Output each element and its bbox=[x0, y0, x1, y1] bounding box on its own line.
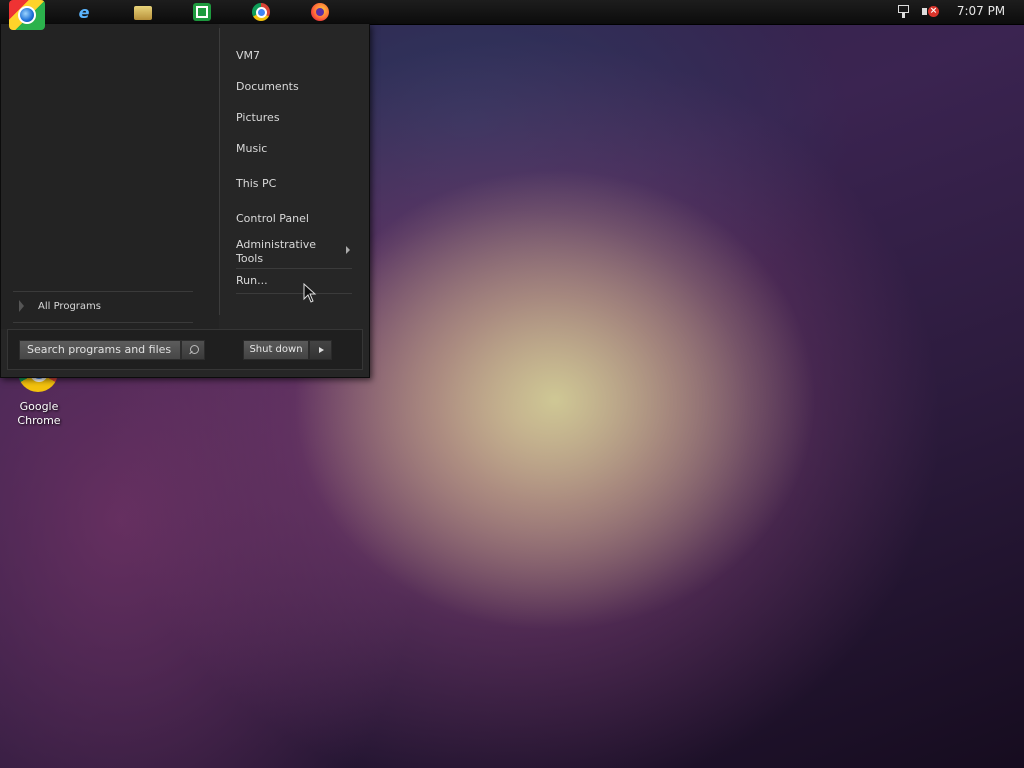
chrome-icon[interactable] bbox=[252, 3, 270, 21]
chevron-right-icon bbox=[346, 246, 350, 254]
menu-item-pictures[interactable]: Pictures bbox=[236, 111, 280, 125]
store-icon[interactable] bbox=[193, 3, 211, 21]
divider bbox=[13, 291, 193, 292]
menu-item-run[interactable]: Run... bbox=[236, 274, 268, 288]
start-menu: All Programs VM7 Documents Pictures Musi… bbox=[0, 24, 370, 378]
search-input[interactable]: Search programs and files bbox=[19, 340, 181, 360]
menu-item-control-panel[interactable]: Control Panel bbox=[236, 212, 309, 226]
volume-muted-icon[interactable]: × bbox=[922, 4, 939, 20]
menu-item-documents[interactable]: Documents bbox=[236, 80, 299, 94]
start-menu-programs-pane: All Programs bbox=[1, 24, 219, 329]
all-programs-button[interactable]: All Programs bbox=[15, 296, 205, 316]
menu-item-this-pc[interactable]: This PC bbox=[236, 177, 276, 191]
taskbar-clock[interactable]: 7:07 PM bbox=[946, 4, 1016, 18]
all-programs-label: All Programs bbox=[38, 300, 101, 312]
mouse-cursor-icon bbox=[303, 283, 317, 303]
start-button[interactable] bbox=[9, 0, 45, 30]
desktop-icon-label: Google Chrome bbox=[17, 400, 61, 427]
divider bbox=[236, 268, 352, 269]
divider bbox=[236, 293, 352, 294]
shutdown-options-button[interactable] bbox=[309, 340, 332, 360]
taskbar: e × 7:07 PM bbox=[0, 0, 1024, 30]
firefox-icon[interactable] bbox=[311, 3, 329, 21]
chevron-right-icon bbox=[19, 300, 24, 312]
shutdown-button[interactable]: Shut down bbox=[243, 340, 309, 360]
start-menu-places-pane: VM7 Documents Pictures Music This PC Con… bbox=[220, 24, 370, 329]
menu-item-administrative-tools[interactable]: Administrative Tools bbox=[236, 238, 326, 266]
menu-item-music[interactable]: Music bbox=[236, 142, 267, 156]
file-explorer-icon[interactable] bbox=[134, 6, 152, 20]
divider bbox=[13, 322, 193, 323]
menu-item-vm7[interactable]: VM7 bbox=[236, 49, 260, 63]
internet-explorer-icon[interactable]: e bbox=[75, 3, 93, 22]
chevron-right-icon bbox=[319, 347, 324, 353]
search-icon[interactable] bbox=[181, 340, 205, 360]
network-icon[interactable] bbox=[898, 5, 912, 19]
start-menu-bottom-bar: Search programs and files Shut down bbox=[7, 329, 363, 370]
